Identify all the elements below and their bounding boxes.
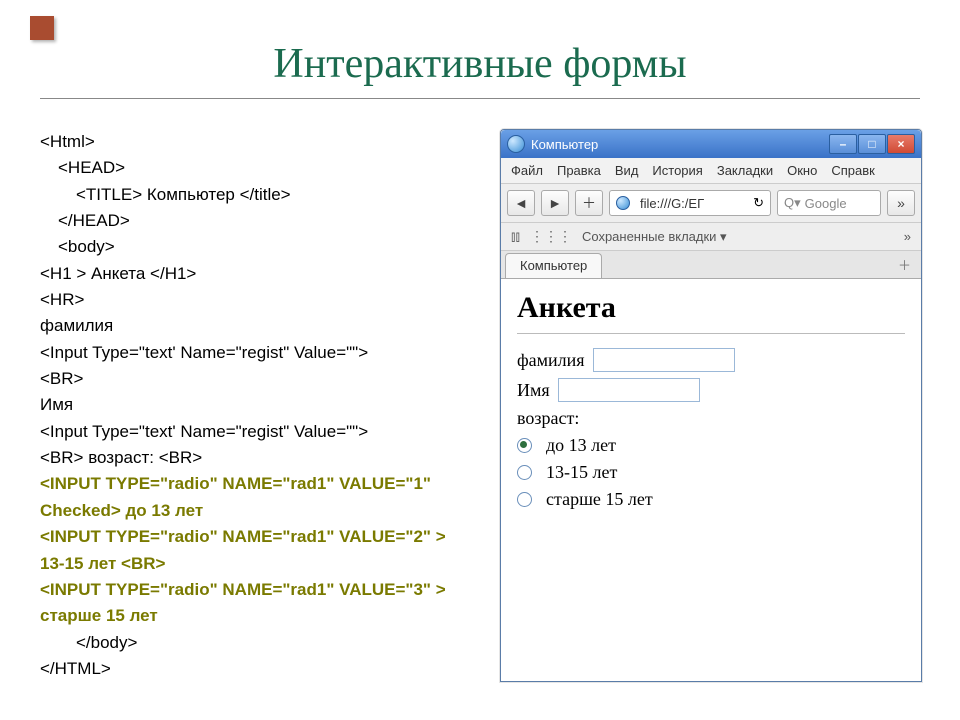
search-icon: Q▾ [784, 195, 801, 211]
age-label: возраст: [517, 408, 579, 429]
browser-window: Компьютер – □ × Файл Правка Вид История … [500, 129, 922, 682]
code-line: <INPUT TYPE="radio" NAME="rad1" VALUE="3… [40, 577, 470, 630]
globe-icon [507, 135, 525, 153]
search-placeholder: Google [805, 196, 847, 211]
menu-history[interactable]: История [652, 163, 702, 178]
reload-icon[interactable]: ↻ [753, 195, 764, 211]
page-heading: Анкета [517, 291, 905, 325]
menu-edit[interactable]: Правка [557, 163, 601, 178]
code-listing: <Html> <HEAD> <TITLE> Компьютер </title>… [40, 129, 470, 682]
page-icon [616, 196, 630, 210]
code-line: фамилия [40, 313, 470, 339]
menu-file[interactable]: Файл [511, 163, 543, 178]
saved-tabs-button[interactable]: Сохраненные вкладки ▾ [582, 229, 727, 245]
page-rule [517, 333, 905, 334]
code-line: </HEAD> [40, 208, 470, 234]
title-rule [40, 98, 920, 99]
url-text: file:///G:/ЕГ [640, 196, 749, 211]
navigation-toolbar: ◄ ► ＋ file:///G:/ЕГ ↻ Q▾ Google » [501, 184, 921, 223]
code-line: <BR> возраст: <BR> [40, 445, 470, 471]
code-line: <Input Type="text' Name="regist" Value="… [40, 340, 470, 366]
age-option-3: старше 15 лет [546, 489, 653, 510]
window-title: Компьютер [531, 137, 829, 152]
bookmarks-overflow[interactable]: » [904, 229, 911, 244]
menu-bookmarks[interactable]: Закладки [717, 163, 773, 178]
slide-accent [30, 16, 54, 40]
name-label: Имя [517, 380, 550, 401]
url-field[interactable]: file:///G:/ЕГ ↻ [609, 190, 771, 216]
menu-view[interactable]: Вид [615, 163, 639, 178]
tab-strip: Компьютер ＋ [501, 251, 921, 279]
code-line: <INPUT TYPE="radio" NAME="rad1" VALUE="1… [40, 471, 470, 524]
overflow-button[interactable]: » [887, 190, 915, 216]
close-button[interactable]: × [887, 134, 915, 154]
code-line: <Html> [40, 129, 470, 155]
age-radio-2[interactable] [517, 465, 532, 480]
code-line: </body> [40, 630, 470, 656]
new-tab-button[interactable]: ＋ [888, 251, 921, 278]
code-line: <body> [40, 234, 470, 260]
code-line: <BR> [40, 366, 470, 392]
add-button[interactable]: ＋ [575, 190, 603, 216]
code-line: <HEAD> [40, 155, 470, 181]
bookmarks-bar: ⫾⫾ ⋮⋮⋮ Сохраненные вкладки ▾ » [501, 223, 921, 251]
menu-help[interactable]: Справк [831, 163, 874, 178]
page-content: Анкета фамилия Имя возраст: до 13 лет [501, 279, 921, 536]
code-line: <Input Type="text' Name="regist" Value="… [40, 419, 470, 445]
grid-icon[interactable]: ⋮⋮⋮ [530, 228, 572, 245]
back-button[interactable]: ◄ [507, 190, 535, 216]
active-tab[interactable]: Компьютер [505, 253, 602, 278]
code-line: Имя [40, 392, 470, 418]
minimize-button[interactable]: – [829, 134, 857, 154]
maximize-button[interactable]: □ [858, 134, 886, 154]
window-titlebar: Компьютер – □ × [501, 130, 921, 158]
code-line: <HR> [40, 287, 470, 313]
forward-button[interactable]: ► [541, 190, 569, 216]
code-line: <H1 > Анкета </H1> [40, 261, 470, 287]
age-radio-1[interactable] [517, 438, 532, 453]
slide-title: Интерактивные формы [30, 40, 930, 88]
search-field[interactable]: Q▾ Google [777, 190, 881, 216]
book-icon[interactable]: ⫾⫾ [511, 228, 520, 245]
surname-label: фамилия [517, 350, 585, 371]
menu-bar: Файл Правка Вид История Закладки Окно Сп… [501, 158, 921, 184]
age-option-1: до 13 лет [546, 435, 616, 456]
code-line: <INPUT TYPE="radio" NAME="rad1" VALUE="2… [40, 524, 470, 577]
code-line: <TITLE> Компьютер </title> [40, 182, 470, 208]
code-line: </HTML> [40, 656, 470, 682]
surname-input[interactable] [593, 348, 735, 372]
age-radio-3[interactable] [517, 492, 532, 507]
age-option-2: 13-15 лет [546, 462, 617, 483]
menu-window[interactable]: Окно [787, 163, 817, 178]
name-input[interactable] [558, 378, 700, 402]
